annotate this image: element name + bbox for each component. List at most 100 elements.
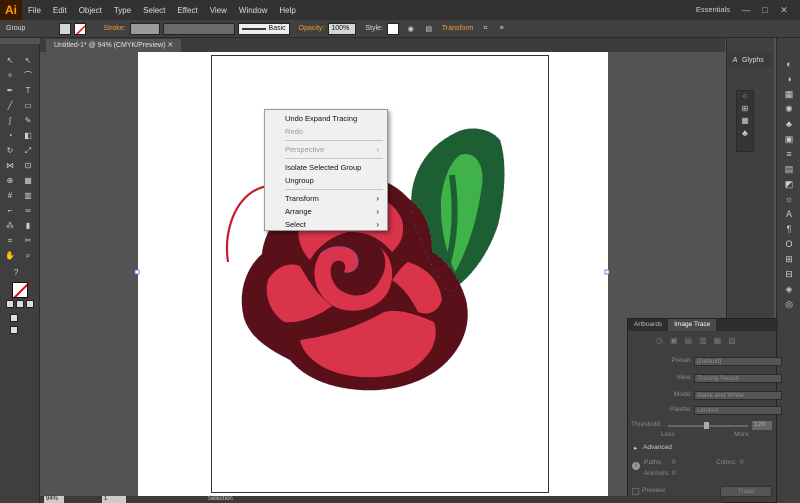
menu-transform-label: Transform xyxy=(285,194,319,203)
gradient-tool-icon[interactable]: ▥ xyxy=(22,191,34,201)
image-trace-icon[interactable]: ◎ xyxy=(781,298,797,310)
blend-tool-icon[interactable]: ∞ xyxy=(22,206,34,216)
gradient-icon[interactable]: ▤ xyxy=(781,163,797,175)
preview-checkbox[interactable] xyxy=(632,488,639,495)
lasso-tool-icon[interactable]: ⌒ xyxy=(22,71,34,81)
color-guide-icon[interactable]: ◑ xyxy=(781,73,797,85)
fill-stroke-swatch[interactable] xyxy=(12,282,28,298)
symbols-icon[interactable]: ♣ xyxy=(781,118,797,130)
view-select[interactable]: Tracing Result xyxy=(694,374,782,383)
color-mode-icon[interactable] xyxy=(6,300,14,308)
slice-tool-icon[interactable]: ✂ xyxy=(22,236,34,246)
glyphs-panel-button[interactable]: A Glyphs xyxy=(728,53,772,67)
direct-selection-tool-icon[interactable]: ↖ xyxy=(22,56,34,66)
transparency-icon[interactable]: ◩ xyxy=(781,178,797,190)
draw-mode-icon[interactable] xyxy=(10,314,18,322)
panel-icons-strip: ◐ ◑ ▦ ✺ ♣ ▣ ≡ ▤ ◩ ☼ A ¶ O ⊞ ⊟ ◈ ◎ xyxy=(776,38,800,503)
menu-transform[interactable]: Transform › xyxy=(285,193,387,204)
line-tool-icon[interactable]: ╱ xyxy=(4,101,16,111)
hand-tool-icon[interactable]: ✋ xyxy=(4,251,16,261)
paragraph-icon[interactable]: ¶ xyxy=(781,223,797,235)
opentype-icon[interactable]: O xyxy=(781,238,797,250)
zoom-tool-icon[interactable]: ⌕ xyxy=(22,251,34,261)
threshold-field[interactable]: 128 xyxy=(752,421,772,430)
color-panel-icon[interactable]: ◐ xyxy=(781,58,797,70)
help-icon[interactable]: ? xyxy=(10,268,22,278)
layers-icon[interactable]: ◈ xyxy=(781,283,797,295)
menu-separator xyxy=(285,189,383,190)
mesh-tool-icon[interactable]: # xyxy=(4,191,16,201)
trace-preset-icons: ◷▣▤▥▦▧ xyxy=(628,336,778,350)
menu-separator xyxy=(285,140,383,141)
brushes-icon[interactable]: ✺ xyxy=(781,103,797,115)
current-tool-label[interactable]: Selection xyxy=(208,496,233,503)
eraser-tool-icon[interactable]: ◧ xyxy=(22,131,34,141)
threshold-slider-handle[interactable] xyxy=(704,422,709,429)
type-tool-icon[interactable]: T xyxy=(22,86,34,96)
view-label: View: xyxy=(676,374,692,381)
advanced-toggle[interactable]: Advanced xyxy=(643,444,672,451)
scale-tool-icon[interactable]: ⤢ xyxy=(22,146,34,156)
selection-tool-icon[interactable]: ↖ xyxy=(4,56,16,66)
tab-artboards[interactable]: Artboards xyxy=(628,319,668,331)
preset-icons[interactable]: ◷▣▤▥▦▧ xyxy=(656,336,743,345)
pencil-tool-icon[interactable]: ✎ xyxy=(22,116,34,126)
menu-ungroup[interactable]: Ungroup xyxy=(285,175,314,186)
menu-arrange[interactable]: Arrange › xyxy=(285,206,387,217)
rotate-tool-icon[interactable]: ↻ xyxy=(4,146,16,156)
magic-wand-tool-icon[interactable]: ✧ xyxy=(4,71,16,81)
free-transform-tool-icon[interactable]: ⊡ xyxy=(22,161,34,171)
colors-value: 0 xyxy=(740,459,744,466)
blob-brush-tool-icon[interactable]: ◔ xyxy=(4,131,16,141)
shape-builder-tool-icon[interactable]: ⊕ xyxy=(4,176,16,186)
column-graph-tool-icon[interactable]: ▮ xyxy=(22,221,34,231)
anchors-label: Anchors: xyxy=(644,470,670,477)
less-label: Less xyxy=(661,431,675,438)
layers-icon[interactable]: ▦ xyxy=(737,115,753,127)
preset-select[interactable]: [Default] xyxy=(694,357,782,366)
zoom-field[interactable]: 94% xyxy=(44,496,64,503)
appearance-icon[interactable]: ☼ xyxy=(781,193,797,205)
chevron-right-icon: › xyxy=(376,220,379,229)
symbols-icon[interactable]: ⁘ xyxy=(737,91,753,103)
mini-panel: ⁘ ⊞ ▦ ♣ xyxy=(736,90,754,152)
pathfinder-icon[interactable]: ⊞ xyxy=(781,253,797,265)
menu-select[interactable]: Select › xyxy=(285,219,387,230)
artboard-tool-icon[interactable]: ⌗ xyxy=(4,236,16,246)
swatches-icon[interactable]: ▦ xyxy=(781,88,797,100)
info-icon: i xyxy=(632,462,640,470)
perspective-grid-tool-icon[interactable]: ▦ xyxy=(22,176,34,186)
mode-label: Mode: xyxy=(673,391,692,398)
palette-select[interactable]: Limited xyxy=(694,406,782,415)
align-icon[interactable]: ⊟ xyxy=(781,268,797,280)
character-icon[interactable]: A xyxy=(781,208,797,220)
disclosure-triangle-icon[interactable]: ▸ xyxy=(634,444,637,452)
trace-panel-tabs: Artboards Image Trace xyxy=(628,319,778,331)
artboard-number-field[interactable]: 1 xyxy=(102,496,126,503)
paintbrush-tool-icon[interactable]: ∫ xyxy=(4,116,16,126)
menu-perspective: Perspective › xyxy=(285,144,387,155)
club-icon[interactable]: ♣ xyxy=(737,127,753,139)
eyedropper-tool-icon[interactable]: ⌐ xyxy=(4,206,16,216)
stroke-icon[interactable]: ≡ xyxy=(781,148,797,160)
width-tool-icon[interactable]: ⋈ xyxy=(4,161,16,171)
gradient-mode-icon[interactable] xyxy=(16,300,24,308)
transform-icon[interactable]: ⊞ xyxy=(737,103,753,115)
graphic-styles-icon[interactable]: ▣ xyxy=(781,133,797,145)
menu-undo-expand-tracing[interactable]: Undo Expand Tracing xyxy=(285,113,357,124)
chevron-right-icon: › xyxy=(376,207,379,216)
trace-button[interactable]: Trace xyxy=(720,486,772,497)
pen-tool-icon[interactable]: ✒ xyxy=(4,86,16,96)
tab-image-trace[interactable]: Image Trace xyxy=(668,319,717,331)
mode-select[interactable]: Black and White xyxy=(694,391,782,400)
colors-label: Colors: xyxy=(716,459,737,466)
menu-isolate-selected-group[interactable]: Isolate Selected Group xyxy=(285,162,361,173)
rectangle-tool-icon[interactable]: ▭ xyxy=(22,101,34,111)
symbol-sprayer-tool-icon[interactable]: ⁂ xyxy=(4,221,16,231)
threshold-label: Threshold: xyxy=(631,421,662,428)
screen-mode-icon[interactable] xyxy=(10,326,18,334)
none-mode-icon[interactable] xyxy=(26,300,34,308)
more-label: More xyxy=(734,431,749,438)
status-bar: 94% 1 Selection xyxy=(40,496,725,503)
menu-redo: Redo xyxy=(285,127,303,136)
